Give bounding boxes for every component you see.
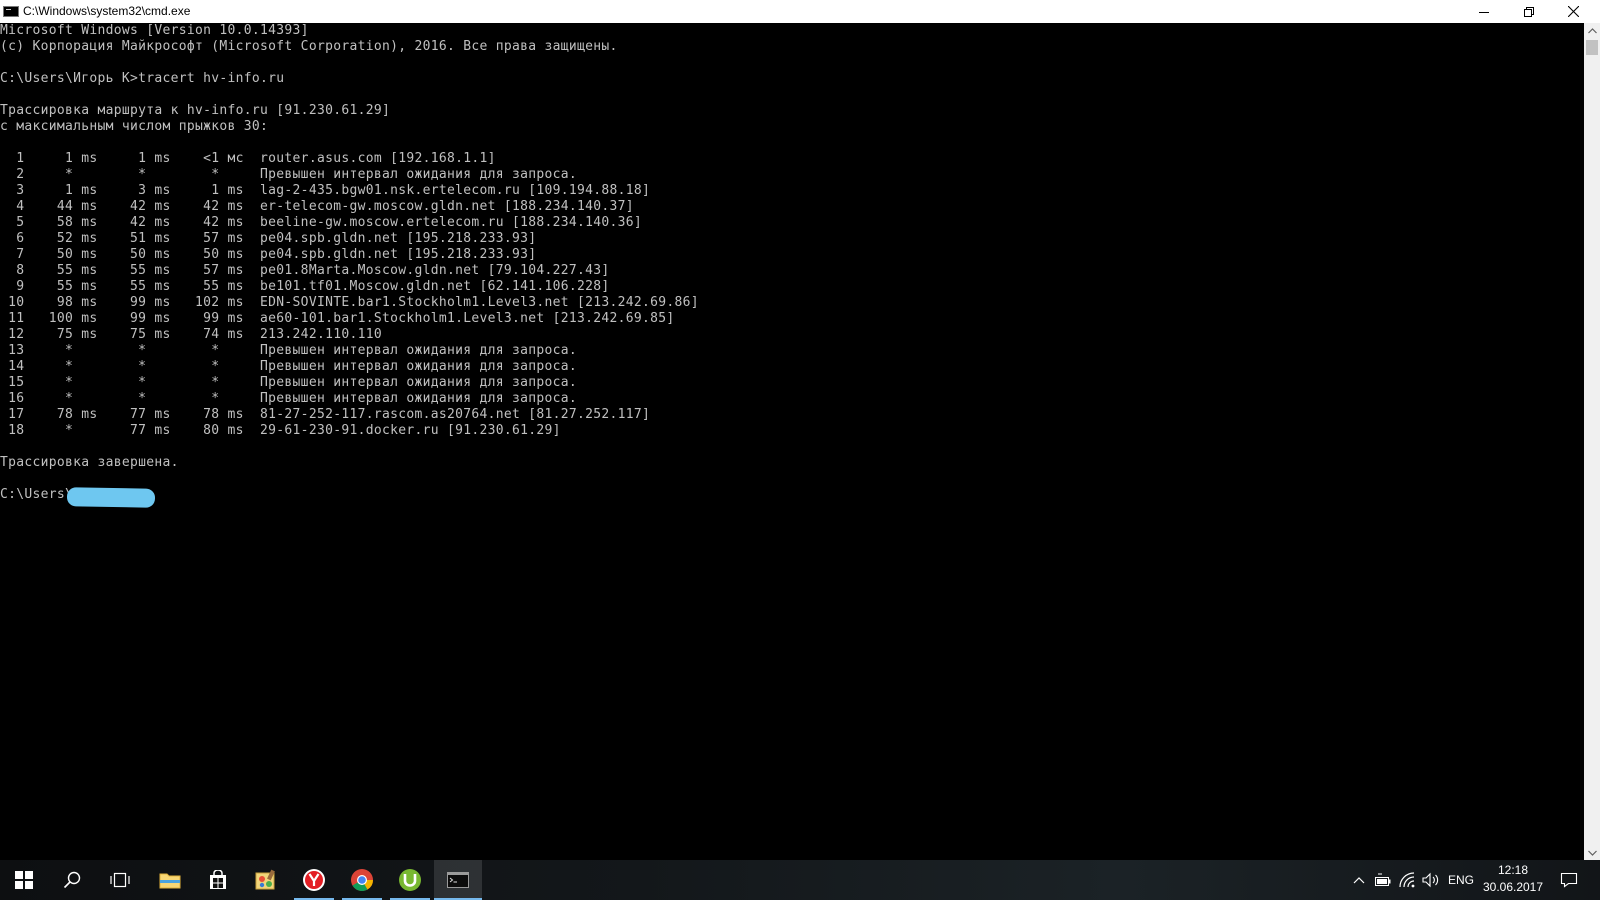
scroll-up-button[interactable] [1584, 23, 1600, 38]
console-line: 17 78 ms 77 ms 78 ms 81-27-252-117.rasco… [0, 407, 651, 422]
window-titlebar[interactable]: C:\Windows\system32\cmd.exe [0, 0, 1600, 23]
console-line: 5 58 ms 42 ms 42 ms beeline-gw.moscow.er… [0, 215, 643, 230]
console-line: 18 * 77 ms 80 ms 29-61-230-91.docker.ru … [0, 423, 561, 438]
console-line: (c) Корпорация Майкрософт (Microsoft Cor… [0, 39, 618, 54]
console-line: 10 98 ms 99 ms 102 ms EDN-SOVINTE.bar1.S… [0, 295, 699, 310]
search-button[interactable] [48, 860, 96, 900]
redacted-username-scribble [66, 487, 156, 508]
tray-volume[interactable] [1420, 860, 1442, 900]
console-line: 4 44 ms 42 ms 42 ms er-telecom-gw.moscow… [0, 199, 634, 214]
taskbar-cmd[interactable] [434, 860, 482, 900]
language-indicator: ENG [1447, 873, 1474, 887]
console-line: 8 55 ms 55 ms 57 ms pe01.8Marta.Moscow.g… [0, 263, 610, 278]
tray-battery[interactable] [1372, 860, 1394, 900]
wifi-icon [1399, 872, 1415, 888]
chevron-up-icon [1587, 27, 1597, 33]
battery-icon [1375, 873, 1391, 886]
taskbar-chrome[interactable] [338, 860, 386, 900]
console-line: 11 100 ms 99 ms 99 ms ae60-101.bar1.Stoc… [0, 311, 675, 326]
console-line: Microsoft Windows [Version 10.0.14393] [0, 23, 309, 38]
console-line: C:\Users\ [0, 487, 74, 502]
console-line: 12 75 ms 75 ms 74 ms 213.242.110.110 [0, 327, 382, 342]
window-title: C:\Windows\system32\cmd.exe [23, 4, 191, 18]
task-view-icon [110, 872, 130, 888]
console-line: 13 * * * Превышен интервал ожидания для … [0, 343, 577, 358]
console-line: 16 * * * Превышен интервал ожидания для … [0, 391, 577, 406]
volume-icon [1422, 872, 1439, 888]
restore-icon [1523, 6, 1534, 17]
close-icon [1568, 6, 1579, 17]
start-windows-icon [15, 871, 33, 889]
console-line: 1 1 ms 1 ms <1 мс router.asus.com [192.1… [0, 151, 496, 166]
scrollbar-thumb[interactable] [1586, 40, 1598, 55]
chrome-icon [351, 869, 373, 891]
console-line: 2 * * * Превышен интервал ожидания для з… [0, 167, 577, 182]
console-line: 9 55 ms 55 ms 55 ms be101.tf01.Moscow.gl… [0, 279, 610, 294]
console-line: 7 50 ms 50 ms 50 ms pe04.spb.gldn.net [1… [0, 247, 537, 262]
minimize-button[interactable] [1461, 0, 1506, 23]
store-icon [210, 870, 226, 889]
clock-date: 30.06.2017 [1482, 880, 1544, 894]
task-view-button[interactable] [96, 860, 144, 900]
chevron-up-icon [1353, 877, 1365, 884]
tray-language[interactable]: ENG [1446, 860, 1476, 900]
taskbar: ENG 12:18 30.06.2017 [0, 860, 1600, 900]
scroll-down-button[interactable] [1584, 845, 1600, 860]
cmd-window-icon[interactable] [3, 6, 19, 17]
cmd-icon [447, 872, 469, 888]
console-line: 6 52 ms 51 ms 57 ms pe04.spb.gldn.net [1… [0, 231, 537, 246]
utorrent-icon [399, 869, 421, 891]
taskbar-store[interactable] [194, 860, 242, 900]
console-line: 14 * * * Превышен интервал ожидания для … [0, 359, 577, 374]
yandex-browser-icon [303, 869, 325, 891]
vertical-scrollbar[interactable] [1584, 23, 1600, 860]
action-center-button[interactable] [1554, 860, 1584, 900]
tray-clock[interactable]: 12:18 30.06.2017 [1476, 862, 1550, 898]
taskbar-paint-app[interactable] [242, 860, 290, 900]
console-line: с максимальным числом прыжков 30: [0, 119, 269, 134]
minimize-icon [1478, 11, 1489, 13]
console-text: Microsoft Windows [Version 10.0.14393] (c… [0, 23, 1582, 503]
console-line: C:\Users\Игорь К>tracert hv-info.ru [0, 71, 285, 86]
console-line: Трассировка маршрута к hv-info.ru [91.23… [0, 103, 391, 118]
taskbar-file-explorer[interactable] [146, 860, 194, 900]
clock-time: 12:18 [1497, 863, 1529, 877]
tray-network[interactable] [1396, 860, 1418, 900]
paint-app-icon [255, 869, 275, 890]
console-output[interactable]: Microsoft Windows [Version 10.0.14393] (c… [0, 23, 1582, 860]
taskbar-yandex-browser[interactable] [290, 860, 338, 900]
notification-icon [1560, 872, 1578, 888]
file-explorer-icon [159, 873, 181, 889]
start-button[interactable] [0, 860, 48, 900]
close-button[interactable] [1551, 0, 1596, 23]
search-icon [63, 871, 81, 889]
tray-overflow-button[interactable] [1349, 860, 1369, 900]
console-line: 15 * * * Превышен интервал ожидания для … [0, 375, 577, 390]
console-line: Трассировка завершена. [0, 455, 179, 470]
restore-button[interactable] [1506, 0, 1551, 23]
console-line: 3 1 ms 3 ms 1 ms lag-2-435.bgw01.nsk.ert… [0, 183, 651, 198]
chevron-down-icon [1587, 850, 1597, 856]
taskbar-utorrent[interactable] [386, 860, 434, 900]
